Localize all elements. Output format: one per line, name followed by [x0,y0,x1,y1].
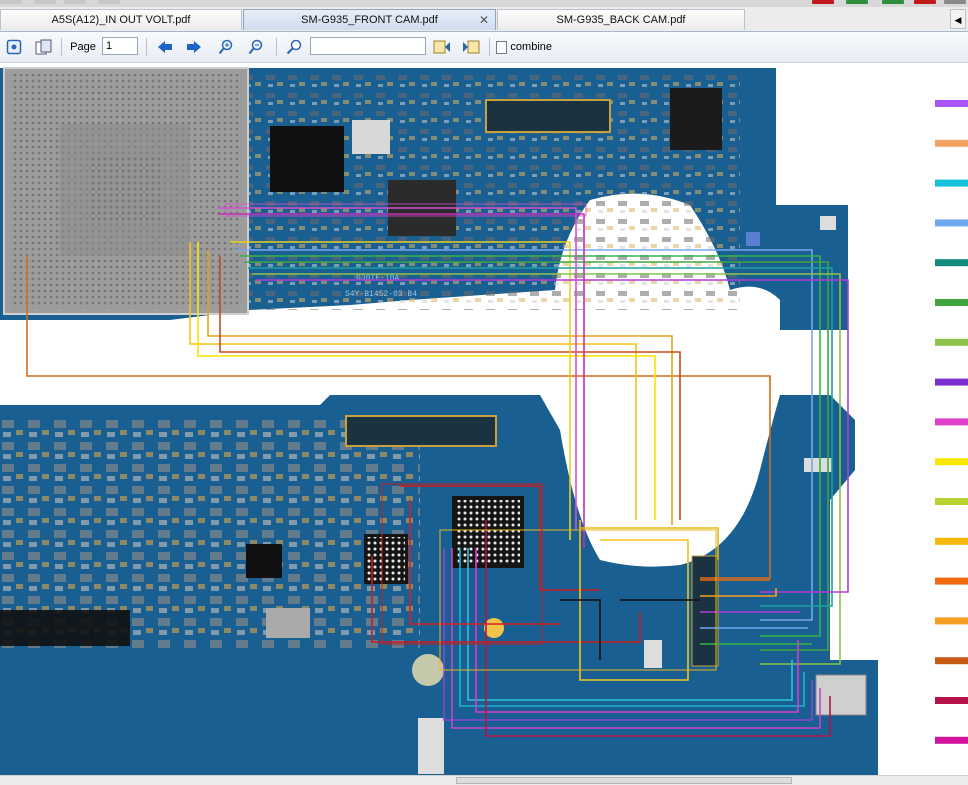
pdf-toolbar: Page 1 combine [0,32,968,63]
legend-color-swatch [935,100,968,107]
red-status-icon[interactable] [914,0,936,4]
gray-status-icon[interactable] [944,0,966,4]
fit-page-icon [6,39,22,55]
zoom-in-button[interactable] [216,36,236,58]
pdf-document-view[interactable]: GJ0TE-10A S4Y-B1452-03 B4 [0,63,968,775]
lower-ic [246,544,282,578]
find-icon [286,39,302,55]
fit-page-button[interactable] [4,36,24,58]
combine-label: combine [510,41,552,53]
toolbar-icon[interactable] [0,0,22,4]
toolbar-icon[interactable] [34,0,56,4]
zoom-out-icon [248,39,263,55]
rotate-page-icon [35,39,52,55]
find-previous-button[interactable] [432,36,452,58]
legend-color-swatch [935,418,968,426]
upper-right-ic [670,88,722,150]
tab-sm-g935-front-cam[interactable]: SM-G935_FRONT CAM.pdf ✕ [243,9,496,30]
board-logo [484,618,504,638]
upper-inductor [352,120,390,154]
legend-color-swatch [935,219,968,227]
page-label: Page [70,41,96,53]
lower-connector [345,415,497,447]
legend-color-swatch [935,498,968,505]
horizontal-scroll-thumb[interactable] [456,777,792,784]
zoom-in-icon [218,39,233,55]
lower-part [644,640,662,668]
tab-label: SM-G935_FRONT CAM.pdf [301,14,438,26]
pmic-chip [270,126,344,192]
legend-color-swatch [935,338,968,346]
upper-pad [820,216,836,230]
legend-color-swatch [935,378,968,386]
tab-label: SM-G935_BACK CAM.pdf [556,14,686,26]
upper-connector [485,99,611,133]
tab-close-icon[interactable]: ✕ [479,10,489,30]
legend-color-swatch [935,736,968,744]
find-next-button[interactable] [461,36,481,58]
trace-color-legend [935,100,968,744]
camera-module-pad [815,674,867,716]
previous-page-button[interactable] [155,36,175,58]
find-button[interactable] [284,36,304,58]
legend-color-swatch [935,179,968,187]
lower-inductor [266,608,310,638]
combine-checkbox[interactable] [496,40,508,54]
board-marking-2: S4Y-B1452-03 B4 [345,290,417,299]
zoom-out-button[interactable] [246,36,266,58]
legend-color-swatch [935,139,968,147]
screw-hole [412,654,444,686]
rotate-page-button[interactable] [34,36,54,58]
legend-color-swatch [935,617,968,625]
find-previous-icon [433,40,450,54]
red-status-icon[interactable] [812,0,834,4]
legend-color-swatch [935,299,968,306]
tab-a5s-in-out-volt[interactable]: A5S(A12)_IN OUT VOLT.pdf [0,9,242,30]
legend-color-swatch [935,458,968,466]
toolbar-separator [489,38,490,56]
legend-color-swatch [935,577,968,585]
find-next-icon [463,40,480,54]
board-marking-1: GJ0TE-10A [356,274,399,283]
legend-color-swatch [935,697,968,704]
toolbar-icon[interactable] [64,0,86,4]
tab-label: A5S(A12)_IN OUT VOLT.pdf [51,14,191,26]
green-status-icon[interactable] [882,0,904,4]
lower-left-shield [0,610,130,646]
previous-page-icon [158,41,172,53]
next-page-button[interactable] [184,36,204,58]
upper-blue-part [746,232,760,246]
toolbar-separator [146,38,147,56]
chevron-left-icon: ◀ [954,15,962,25]
green-status-icon[interactable] [846,0,868,4]
legend-color-swatch [935,657,968,665]
next-page-icon [187,41,201,53]
legend-color-swatch [935,537,968,545]
search-input[interactable] [310,37,426,55]
camera-connector [691,555,719,667]
tab-scroll-left-button[interactable]: ◀ [950,9,966,29]
document-tab-bar: A5S(A12)_IN OUT VOLT.pdf SM-G935_FRONT C… [0,7,968,32]
page-number-input[interactable]: 1 [102,37,138,55]
toolbar-separator [61,38,62,56]
legend-color-swatch [935,259,968,267]
toolbar-icon[interactable] [98,0,120,4]
tab-sm-g935-back-cam[interactable]: SM-G935_BACK CAM.pdf [497,9,745,30]
lower-pad [418,718,444,774]
combine-checkbox-group[interactable]: combine [496,36,552,58]
toolbar-separator [276,38,277,56]
schematic-board-image: GJ0TE-10A S4Y-B1452-03 B4 [0,67,968,775]
